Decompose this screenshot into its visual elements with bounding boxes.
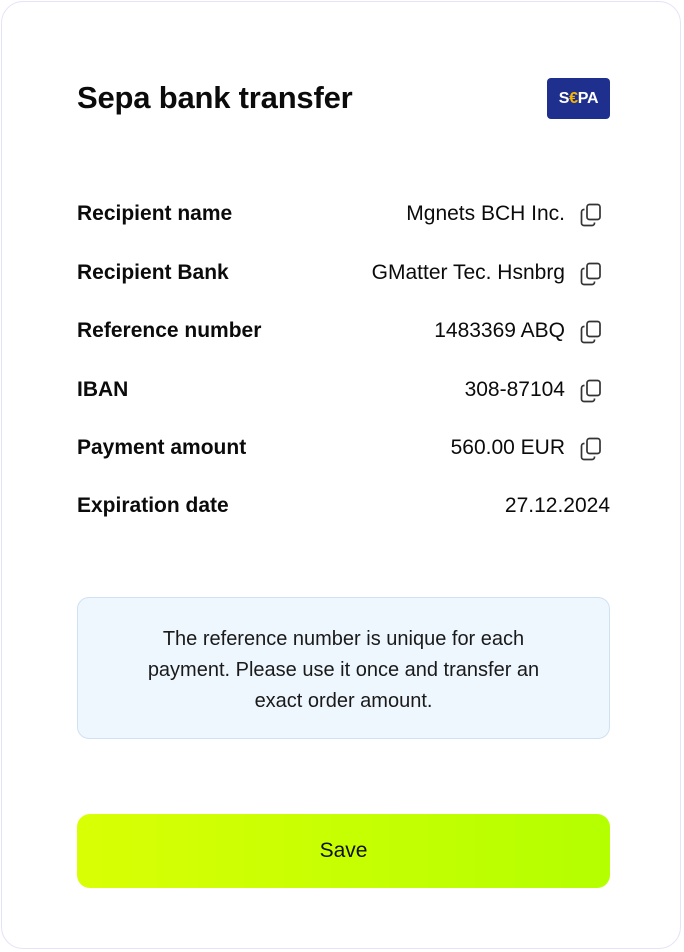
copy-icon[interactable] xyxy=(580,320,602,344)
sepa-logo-euro: € xyxy=(569,89,578,107)
detail-label: Recipient Bank xyxy=(77,261,229,284)
copy-icon[interactable] xyxy=(580,203,602,227)
detail-row-iban: IBAN 308-87104 xyxy=(77,374,610,406)
detail-value: 560.00 EUR xyxy=(450,436,565,459)
sepa-transfer-card: Sepa bank transfer S € PA Recipient name M… xyxy=(1,1,681,949)
detail-row-recipient-name: Recipient name Mgnets BCH Inc. xyxy=(77,198,610,230)
detail-value: 27.12.2024 xyxy=(504,494,610,517)
detail-label: Reference number xyxy=(77,319,262,342)
detail-row-expiration-date: Expiration date 27.12.2024 xyxy=(77,490,610,522)
copy-icon[interactable] xyxy=(580,437,602,461)
info-note-text: The reference number is unique for each … xyxy=(147,628,540,712)
detail-label: Payment amount xyxy=(77,436,247,459)
save-button[interactable]: Save xyxy=(77,814,610,888)
sepa-logo-pa: PA xyxy=(577,89,599,107)
detail-value: GMatter Tec. Hsnbrg xyxy=(371,261,565,284)
detail-value: 308-87104 xyxy=(464,378,565,401)
info-note: The reference number is unique for each … xyxy=(77,597,610,739)
detail-label: IBAN xyxy=(77,378,129,401)
detail-row-recipient-bank: Recipient Bank GMatter Tec. Hsnbrg xyxy=(77,257,610,289)
detail-label: Expiration date xyxy=(77,494,229,517)
detail-value: 1483369 ABQ xyxy=(434,319,565,342)
sepa-logo-s: S xyxy=(558,89,570,107)
copy-icon[interactable] xyxy=(580,262,602,286)
detail-row-reference-number: Reference number 1483369 ABQ xyxy=(77,315,610,347)
detail-value: Mgnets BCH Inc. xyxy=(406,202,565,225)
page-title: Sepa bank transfer xyxy=(77,80,353,115)
copy-icon[interactable] xyxy=(580,379,602,403)
sepa-logo: S € PA xyxy=(547,78,610,119)
detail-label: Recipient name xyxy=(77,202,233,225)
detail-row-payment-amount: Payment amount 560.00 EUR xyxy=(77,432,610,464)
